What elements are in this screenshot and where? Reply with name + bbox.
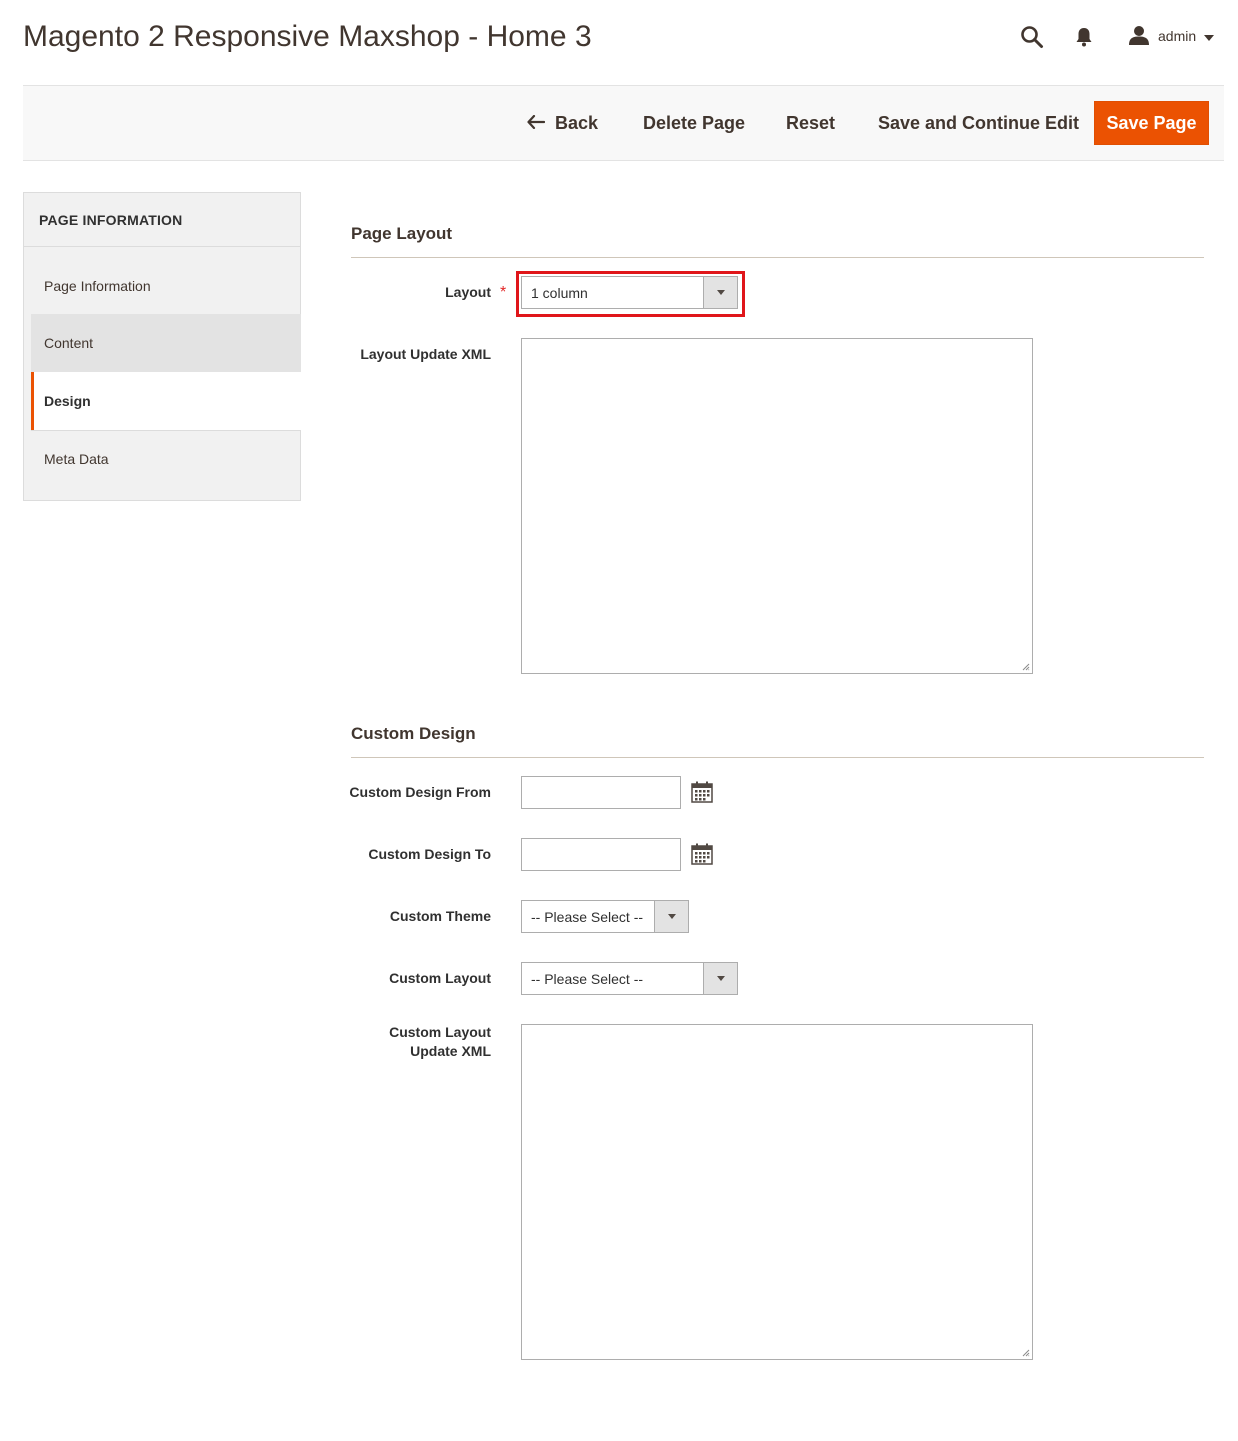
user-name: admin: [1158, 28, 1197, 44]
caret-down-icon: [1204, 28, 1215, 44]
bell-icon[interactable]: [1073, 26, 1095, 48]
custom-layout-update-xml-label: Custom Layout Update XML: [291, 1023, 491, 1061]
arrow-left-icon: [527, 113, 546, 134]
layout-select-value: 1 column: [531, 284, 588, 301]
custom-layout-update-xml-label-line-2: Update XML: [410, 1043, 491, 1059]
back-button[interactable]: Back: [527, 101, 598, 145]
back-label: Back: [555, 112, 599, 133]
chevron-down-icon: [703, 963, 737, 994]
section-title-page-layout: Page Layout: [351, 224, 453, 243]
custom-design-from-input[interactable]: [521, 776, 681, 809]
section-divider: [351, 757, 1204, 758]
sidebar-item-design[interactable]: Design: [31, 372, 301, 430]
custom-theme-select-value: -- Please Select --: [531, 908, 644, 925]
user-menu[interactable]: admin: [1128, 24, 1215, 48]
layout-label: Layout: [445, 284, 491, 300]
layout-update-xml-textarea[interactable]: [521, 338, 1033, 674]
custom-layout-update-xml-label-line-1: Custom Layout: [389, 1024, 491, 1040]
custom-theme-select[interactable]: -- Please Select --: [521, 900, 689, 933]
user-icon: [1128, 25, 1150, 48]
sidebar-title: PAGE INFORMATION: [39, 212, 183, 228]
custom-design-to-label: Custom Design To: [368, 846, 491, 862]
section-divider: [351, 257, 1204, 258]
sidebar-divider: [24, 246, 300, 247]
reset-button[interactable]: Reset: [786, 101, 835, 145]
required-indicator: *: [500, 284, 507, 301]
custom-layout-select[interactable]: -- Please Select --: [521, 962, 738, 995]
delete-page-button[interactable]: Delete Page: [643, 101, 745, 145]
sidebar-item-meta-data[interactable]: Meta Data: [31, 430, 301, 488]
custom-theme-label: Custom Theme: [389, 908, 491, 924]
resize-grip-icon[interactable]: [1022, 1349, 1030, 1357]
sidebar-item-page-information[interactable]: Page Information: [31, 257, 301, 315]
search-icon[interactable]: [1019, 24, 1045, 50]
chevron-down-icon: [703, 277, 737, 308]
sidebar-item-content[interactable]: Content: [31, 314, 301, 372]
custom-layout-select-value: -- Please Select --: [531, 970, 644, 987]
calendar-icon[interactable]: [691, 843, 713, 865]
layout-select[interactable]: 1 column: [521, 276, 738, 309]
custom-design-to-input[interactable]: [521, 838, 681, 871]
custom-layout-label: Custom Layout: [389, 970, 491, 986]
custom-design-from-label: Custom Design From: [349, 784, 491, 800]
custom-layout-update-xml-textarea[interactable]: [521, 1024, 1033, 1360]
page-title: Magento 2 Responsive Maxshop - Home 3: [23, 20, 592, 53]
resize-grip-icon[interactable]: [1022, 663, 1030, 671]
calendar-icon[interactable]: [691, 781, 713, 803]
save-page-button[interactable]: Save Page: [1094, 101, 1209, 145]
chevron-down-icon: [654, 901, 688, 932]
layout-update-xml-label: Layout Update XML: [360, 346, 491, 362]
section-title-custom-design: Custom Design: [351, 724, 476, 743]
save-and-continue-button[interactable]: Save and Continue Edit: [878, 101, 1079, 145]
